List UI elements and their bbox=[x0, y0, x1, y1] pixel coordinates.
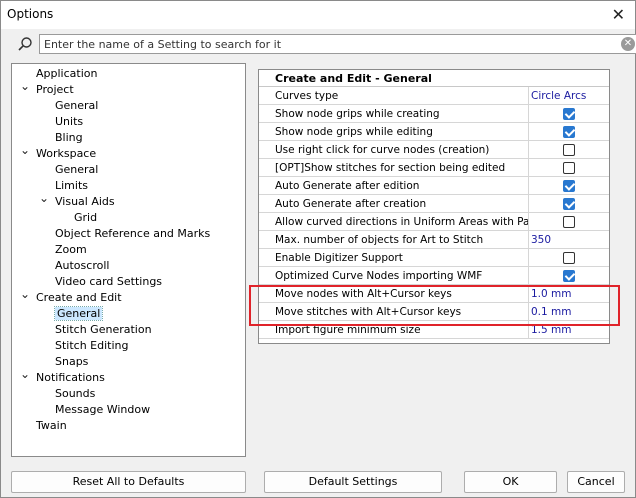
tree-item-label: Grid bbox=[74, 211, 98, 224]
tree-item-label: Sounds bbox=[55, 387, 96, 400]
setting-checkbox[interactable] bbox=[563, 108, 575, 120]
tree-item-label: General bbox=[53, 306, 104, 321]
default-settings-button[interactable]: Default Settings bbox=[264, 471, 442, 493]
window-title: Options bbox=[7, 7, 54, 21]
setting-row[interactable]: Auto Generate after creation bbox=[259, 195, 609, 213]
setting-name: Curves type bbox=[275, 87, 529, 105]
search-input[interactable] bbox=[39, 34, 636, 54]
tree-item-label: Workspace bbox=[36, 147, 97, 160]
search-icon bbox=[18, 37, 32, 51]
tree-item-label: Autoscroll bbox=[55, 259, 110, 272]
tree-item[interactable]: Create and Edit bbox=[36, 290, 122, 306]
tree-item-label: Snaps bbox=[55, 355, 89, 368]
clear-search-icon[interactable]: ✕ bbox=[621, 37, 635, 51]
settings-tree[interactable]: Application ⌄ Project General Units Bling ⌄ Wor… bbox=[11, 63, 246, 457]
setting-checkbox[interactable] bbox=[563, 252, 575, 264]
setting-row[interactable]: Optimized Curve Nodes importing WMF bbox=[259, 267, 609, 285]
close-icon[interactable]: ✕ bbox=[612, 5, 625, 24]
tree-item-label: Units bbox=[55, 115, 84, 128]
tree-item[interactable]: Units bbox=[55, 114, 83, 130]
tree-item[interactable]: Object Reference and Marks bbox=[55, 226, 210, 242]
setting-checkbox[interactable] bbox=[563, 126, 575, 138]
tree-item-label: Visual Aids bbox=[55, 195, 115, 208]
setting-row[interactable]: Enable Digitizer Support bbox=[259, 249, 609, 267]
tree-item[interactable]: Autoscroll bbox=[55, 258, 109, 274]
tree-item-label: Message Window bbox=[55, 403, 151, 416]
setting-value[interactable]: 350 bbox=[531, 231, 551, 249]
tree-item[interactable]: Zoom bbox=[55, 242, 87, 258]
chevron-down-icon[interactable]: ⌄ bbox=[39, 191, 49, 205]
tree-item-label: Stitch Editing bbox=[55, 339, 129, 352]
tree-item[interactable]: Grid bbox=[74, 210, 97, 226]
chevron-down-icon[interactable]: ⌄ bbox=[20, 79, 30, 93]
setting-row[interactable]: Allow curved directions in Uniform Areas… bbox=[259, 213, 609, 231]
tree-item[interactable]: Workspace bbox=[36, 146, 96, 162]
setting-name: Show node grips while creating bbox=[275, 105, 529, 123]
chevron-down-icon[interactable]: ⌄ bbox=[20, 143, 30, 157]
setting-name: Show node grips while editing bbox=[275, 123, 529, 141]
setting-checkbox[interactable] bbox=[563, 162, 575, 174]
setting-name: [OPT]Show stitches for section being edi… bbox=[275, 159, 529, 177]
search-row: ✕ bbox=[15, 34, 636, 54]
tree-item[interactable]: Application bbox=[36, 66, 97, 82]
tree-item[interactable]: Stitch Generation bbox=[55, 322, 152, 338]
setting-checkbox[interactable] bbox=[563, 180, 575, 192]
tree-item-label: Object Reference and Marks bbox=[55, 227, 211, 240]
tree-item-label: Project bbox=[36, 83, 74, 96]
grid-header: Create and Edit - General bbox=[259, 70, 609, 87]
tree-item[interactable]: Twain bbox=[36, 418, 67, 434]
chevron-down-icon[interactable]: ⌄ bbox=[20, 367, 30, 381]
setting-row[interactable]: Use right click for curve nodes (creatio… bbox=[259, 141, 609, 159]
setting-checkbox[interactable] bbox=[563, 216, 575, 228]
tree-item-label: General bbox=[55, 99, 99, 112]
tree-item-label: Notifications bbox=[36, 371, 105, 384]
tree-item-label: Stitch Generation bbox=[55, 323, 152, 336]
tree-item[interactable]: Sounds bbox=[55, 386, 95, 402]
ok-button[interactable]: OK bbox=[464, 471, 557, 493]
setting-row[interactable]: Show node grips while editing bbox=[259, 123, 609, 141]
tree-item[interactable]: General bbox=[55, 162, 98, 178]
tree-item[interactable]: Notifications bbox=[36, 370, 105, 386]
setting-name: Enable Digitizer Support bbox=[275, 249, 529, 267]
highlight-box bbox=[249, 285, 620, 326]
tree-item[interactable]: Limits bbox=[55, 178, 88, 194]
tree-item-label: Application bbox=[36, 67, 98, 80]
tree-item[interactable]: Video card Settings bbox=[55, 274, 162, 290]
tree-item-label: Video card Settings bbox=[55, 275, 163, 288]
tree-item[interactable]: Visual Aids bbox=[55, 194, 115, 210]
setting-row[interactable]: Max. number of objects for Art to Stitch… bbox=[259, 231, 609, 249]
tree-item[interactable]: General bbox=[55, 98, 98, 114]
tree-item-label: Create and Edit bbox=[36, 291, 122, 304]
setting-name: Optimized Curve Nodes importing WMF bbox=[275, 267, 529, 285]
setting-checkbox[interactable] bbox=[563, 270, 575, 282]
setting-name: Auto Generate after creation bbox=[275, 195, 529, 213]
chevron-down-icon[interactable]: ⌄ bbox=[20, 287, 30, 301]
setting-checkbox[interactable] bbox=[563, 144, 575, 156]
tree-item-label: Limits bbox=[55, 179, 88, 192]
tree-item[interactable]: General bbox=[53, 306, 104, 322]
setting-name: Allow curved directions in Uniform Areas… bbox=[275, 213, 529, 231]
tree-item[interactable]: Stitch Editing bbox=[55, 338, 129, 354]
tree-item-label: General bbox=[55, 163, 99, 176]
tree-item-label: Twain bbox=[36, 419, 67, 432]
reset-all-button[interactable]: Reset All to Defaults bbox=[11, 471, 246, 493]
tree-item[interactable]: Project bbox=[36, 82, 74, 98]
tree-item[interactable]: Snaps bbox=[55, 354, 88, 370]
setting-value[interactable]: Circle Arcs bbox=[531, 87, 586, 105]
setting-name: Auto Generate after edition bbox=[275, 177, 529, 195]
setting-name: Max. number of objects for Art to Stitch bbox=[275, 231, 529, 249]
cancel-button[interactable]: Cancel bbox=[567, 471, 625, 493]
setting-checkbox[interactable] bbox=[563, 198, 575, 210]
setting-name: Use right click for curve nodes (creatio… bbox=[275, 141, 529, 159]
setting-row[interactable]: Curves type Circle Arcs bbox=[259, 87, 609, 105]
title-bar: Options ✕ bbox=[1, 1, 635, 29]
options-dialog: Options ✕ ✕ Application ⌄ Project General Un… bbox=[0, 0, 636, 498]
tree-item[interactable]: Bling bbox=[55, 130, 83, 146]
setting-row[interactable]: Auto Generate after edition bbox=[259, 177, 609, 195]
setting-row[interactable]: Show node grips while creating bbox=[259, 105, 609, 123]
tree-item[interactable]: Message Window bbox=[55, 402, 150, 418]
setting-row[interactable]: [OPT]Show stitches for section being edi… bbox=[259, 159, 609, 177]
tree-item-label: Zoom bbox=[55, 243, 87, 256]
tree-item-label: Bling bbox=[55, 131, 83, 144]
